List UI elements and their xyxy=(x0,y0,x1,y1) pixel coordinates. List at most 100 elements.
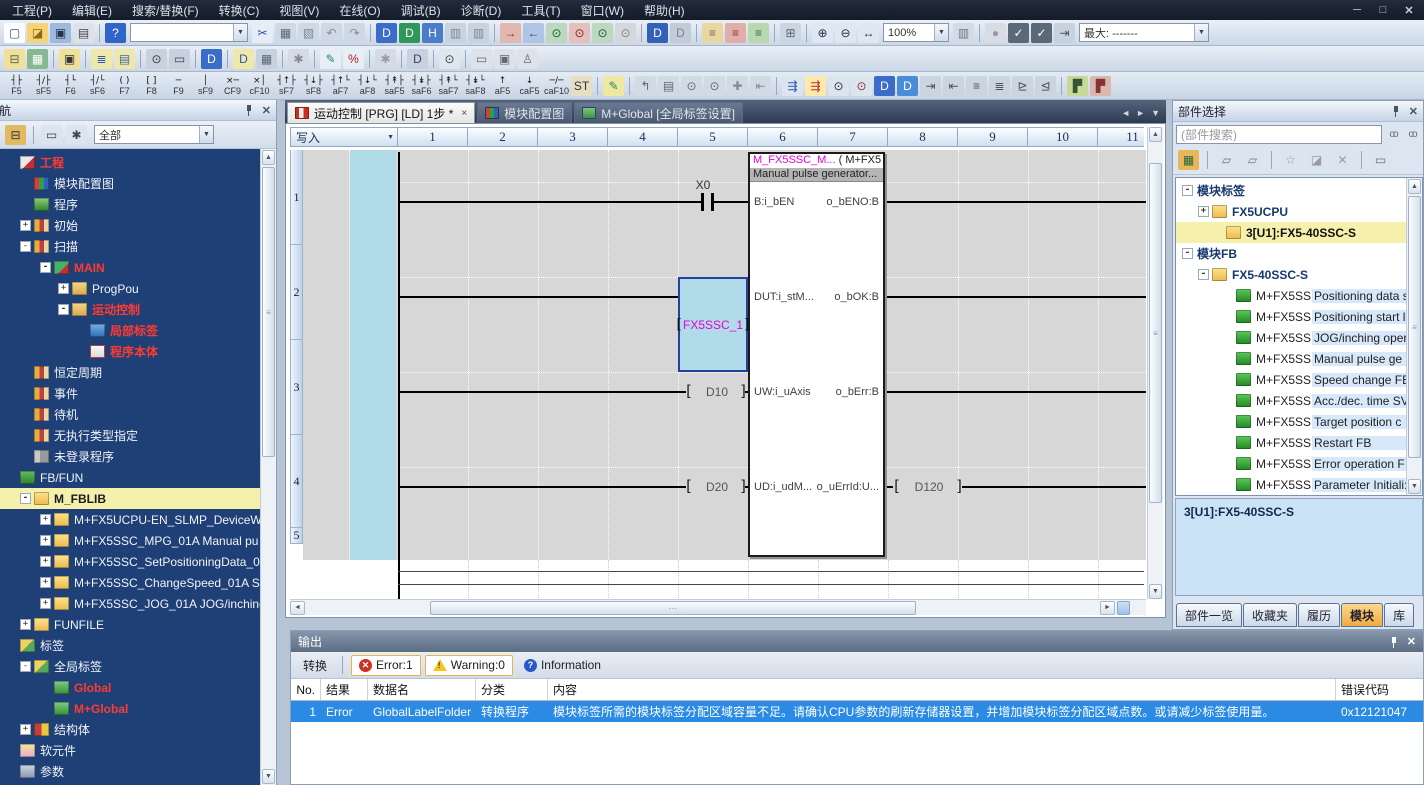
menu-item[interactable]: 转换(C) xyxy=(209,0,270,21)
toolbar-icon[interactable]: ✚ xyxy=(727,76,748,96)
toolbar-icon[interactable]: ▥ xyxy=(953,23,974,43)
close-icon[interactable]: ✕ xyxy=(1407,635,1416,648)
tree-expander[interactable]: + xyxy=(40,577,51,588)
project-tree-item[interactable]: 恒定周期 xyxy=(0,362,260,383)
toolbar-icon[interactable]: ⊙ xyxy=(704,76,725,96)
zoom-combo[interactable]: 100%▼ xyxy=(883,23,949,42)
toolbar-icon[interactable]: ✱ xyxy=(375,49,396,69)
toolbar-icon[interactable]: ▦ xyxy=(27,49,48,69)
minimize-button[interactable]: ─ xyxy=(1350,4,1364,17)
toolbar-icon[interactable] xyxy=(140,50,141,68)
ladder-symbol-button[interactable]: [ ] F8 xyxy=(138,73,165,99)
menu-item[interactable]: 视图(V) xyxy=(269,0,329,21)
find-next-icon[interactable]: oo xyxy=(1385,126,1401,142)
toolbar-icon[interactable]: ▭ xyxy=(41,125,62,145)
toolbar-icon[interactable]: ⊙ xyxy=(439,49,460,69)
toolbar-icon[interactable] xyxy=(979,24,980,42)
scroll-up-icon[interactable]: ▲ xyxy=(1149,127,1162,142)
scroll-down-icon[interactable]: ▼ xyxy=(1408,479,1421,494)
toolbar-icon[interactable] xyxy=(85,50,86,68)
toolbar-icon[interactable] xyxy=(370,24,371,42)
toolbar-icon[interactable]: D xyxy=(376,23,397,43)
toolbar-icon[interactable]: ✱ xyxy=(288,49,309,69)
toolbar-icon[interactable] xyxy=(1271,151,1272,169)
pin-icon[interactable] xyxy=(1389,636,1399,648)
ladder-symbol-button[interactable]: ┤/└ sF6 xyxy=(84,73,111,99)
project-tree-item[interactable]: + M+FX5SSC_ChangeSpeed_01A S xyxy=(0,572,260,593)
project-tree-item[interactable]: + M+FX5SSC_JOG_01A JOG/inching xyxy=(0,593,260,614)
project-tree-item[interactable]: + 结构体 xyxy=(0,719,260,740)
toolbar-icon[interactable]: ▭ xyxy=(1370,150,1391,170)
project-tree-item[interactable]: - 全局标签 xyxy=(0,656,260,677)
project-tree-item[interactable]: M+Global xyxy=(0,698,260,719)
toolbar-icon[interactable]: ⊙ xyxy=(592,23,613,43)
toolbar-icon[interactable]: ↔ xyxy=(858,23,879,43)
ladder-symbol-button[interactable]: ↓ caF5 xyxy=(516,73,543,99)
parts-tree-item[interactable]: M+FX5SS Positioning start l xyxy=(1176,306,1422,327)
toolbar-icon[interactable]: ✓ xyxy=(1008,23,1029,43)
toolbar-icon[interactable]: ▥ xyxy=(468,23,489,43)
ladder-symbol-button[interactable]: ┤↡└ saF8 xyxy=(462,73,489,99)
scroll-down-icon[interactable]: ▼ xyxy=(262,769,275,784)
scroll-thumb[interactable]: ≡ xyxy=(1408,196,1421,458)
tree-expander[interactable]: - xyxy=(1182,248,1193,259)
ladder-symbol-button[interactable]: ┤↟├ saF5 xyxy=(381,73,408,99)
toolbar-icon[interactable]: ▤ xyxy=(73,23,94,43)
toolbar-icon[interactable]: ⇥ xyxy=(1054,23,1075,43)
ladder-symbol-button[interactable]: │ sF9 xyxy=(192,73,219,99)
toolbar-icon[interactable]: ▣ xyxy=(50,23,71,43)
parts-tree-item[interactable]: + FX5UCPU xyxy=(1176,201,1422,222)
toolbar-icon[interactable]: D xyxy=(897,76,918,96)
menu-item[interactable]: 在线(O) xyxy=(329,0,390,21)
tree-expander[interactable]: - xyxy=(1198,269,1209,280)
toolbar-icon[interactable]: ≡ xyxy=(702,23,723,43)
menu-item[interactable]: 搜索/替换(F) xyxy=(122,0,209,21)
tree-expander[interactable]: + xyxy=(40,514,51,525)
project-tree-item[interactable]: 事件 xyxy=(0,383,260,404)
ladder-symbol-button[interactable]: ×─ CF9 xyxy=(219,73,246,99)
toolbar-icon[interactable]: ← xyxy=(523,23,544,43)
toolbar-icon[interactable] xyxy=(282,50,283,68)
project-tree-item[interactable]: 局部标签 xyxy=(0,320,260,341)
project-tree-item[interactable]: Global xyxy=(0,677,260,698)
toolbar-icon[interactable] xyxy=(1361,151,1362,169)
write-mode-combo[interactable]: 写入 ▼ xyxy=(290,127,398,147)
toolbar-icon[interactable]: ▭ xyxy=(169,49,190,69)
ladder-symbol-button[interactable]: ┤├ F5 xyxy=(3,73,30,99)
project-tree-item[interactable]: 软元件 xyxy=(0,740,260,761)
toolbar-icon[interactable] xyxy=(806,24,807,42)
toolbar-icon[interactable]: ⇤ xyxy=(943,76,964,96)
toolbar-icon[interactable]: H xyxy=(422,23,443,43)
close-icon[interactable]: ✕ xyxy=(1409,105,1418,118)
toolbar-icon[interactable]: ▱ xyxy=(1216,150,1237,170)
toolbar-icon[interactable]: ≡ xyxy=(725,23,746,43)
scroll-thumb[interactable]: ≡ xyxy=(1149,163,1162,503)
ladder-symbol-button[interactable]: ┤↑└ aF7 xyxy=(327,73,354,99)
project-tree-item[interactable]: + 初始 xyxy=(0,215,260,236)
tab-scroll-right-icon[interactable]: ► xyxy=(1136,108,1145,118)
project-tree-item[interactable]: + FUNFILE xyxy=(0,614,260,635)
menu-item[interactable]: 窗口(W) xyxy=(571,0,634,21)
toolbar-icon[interactable] xyxy=(465,50,466,68)
parts-tab[interactable]: 履历 xyxy=(1298,603,1340,627)
toolbar-icon[interactable]: ⇤ xyxy=(750,76,771,96)
tree-expander[interactable]: + xyxy=(20,619,31,630)
project-tree-item[interactable]: + M+FX5SSC_SetPositioningData_0 xyxy=(0,551,260,572)
toolbar-icon[interactable]: ≡ xyxy=(966,76,987,96)
find-prev-icon[interactable]: oo xyxy=(1404,126,1420,142)
toolbar-icon[interactable]: D xyxy=(407,49,428,69)
tab-close-icon[interactable]: × xyxy=(461,108,467,119)
tree-expander[interactable]: + xyxy=(40,535,51,546)
tree-expander[interactable]: + xyxy=(40,598,51,609)
ladder-grid[interactable]: X0 [ D10 ] [ D20 ] [ D120 ] [FX5SSC_1] xyxy=(303,147,1146,600)
close-icon[interactable]: ✕ xyxy=(262,104,271,117)
toolbar-icon[interactable] xyxy=(314,50,315,68)
toolbar-icon[interactable]: ≡ xyxy=(748,23,769,43)
parts-tree-item[interactable]: - FX5-40SSC-S xyxy=(1176,264,1422,285)
scroll-right-icon[interactable]: ► xyxy=(1100,601,1115,615)
toolbar-icon[interactable]: ≣ xyxy=(91,49,112,69)
toolbar-icon[interactable]: ▦ xyxy=(256,49,277,69)
toolbar-icon[interactable] xyxy=(99,24,100,42)
operand-label[interactable]: D120 xyxy=(903,480,955,494)
output-error-row[interactable]: 1 Error GlobalLabelFolder 转换程序 模块标签所需的模块… xyxy=(291,701,1423,722)
